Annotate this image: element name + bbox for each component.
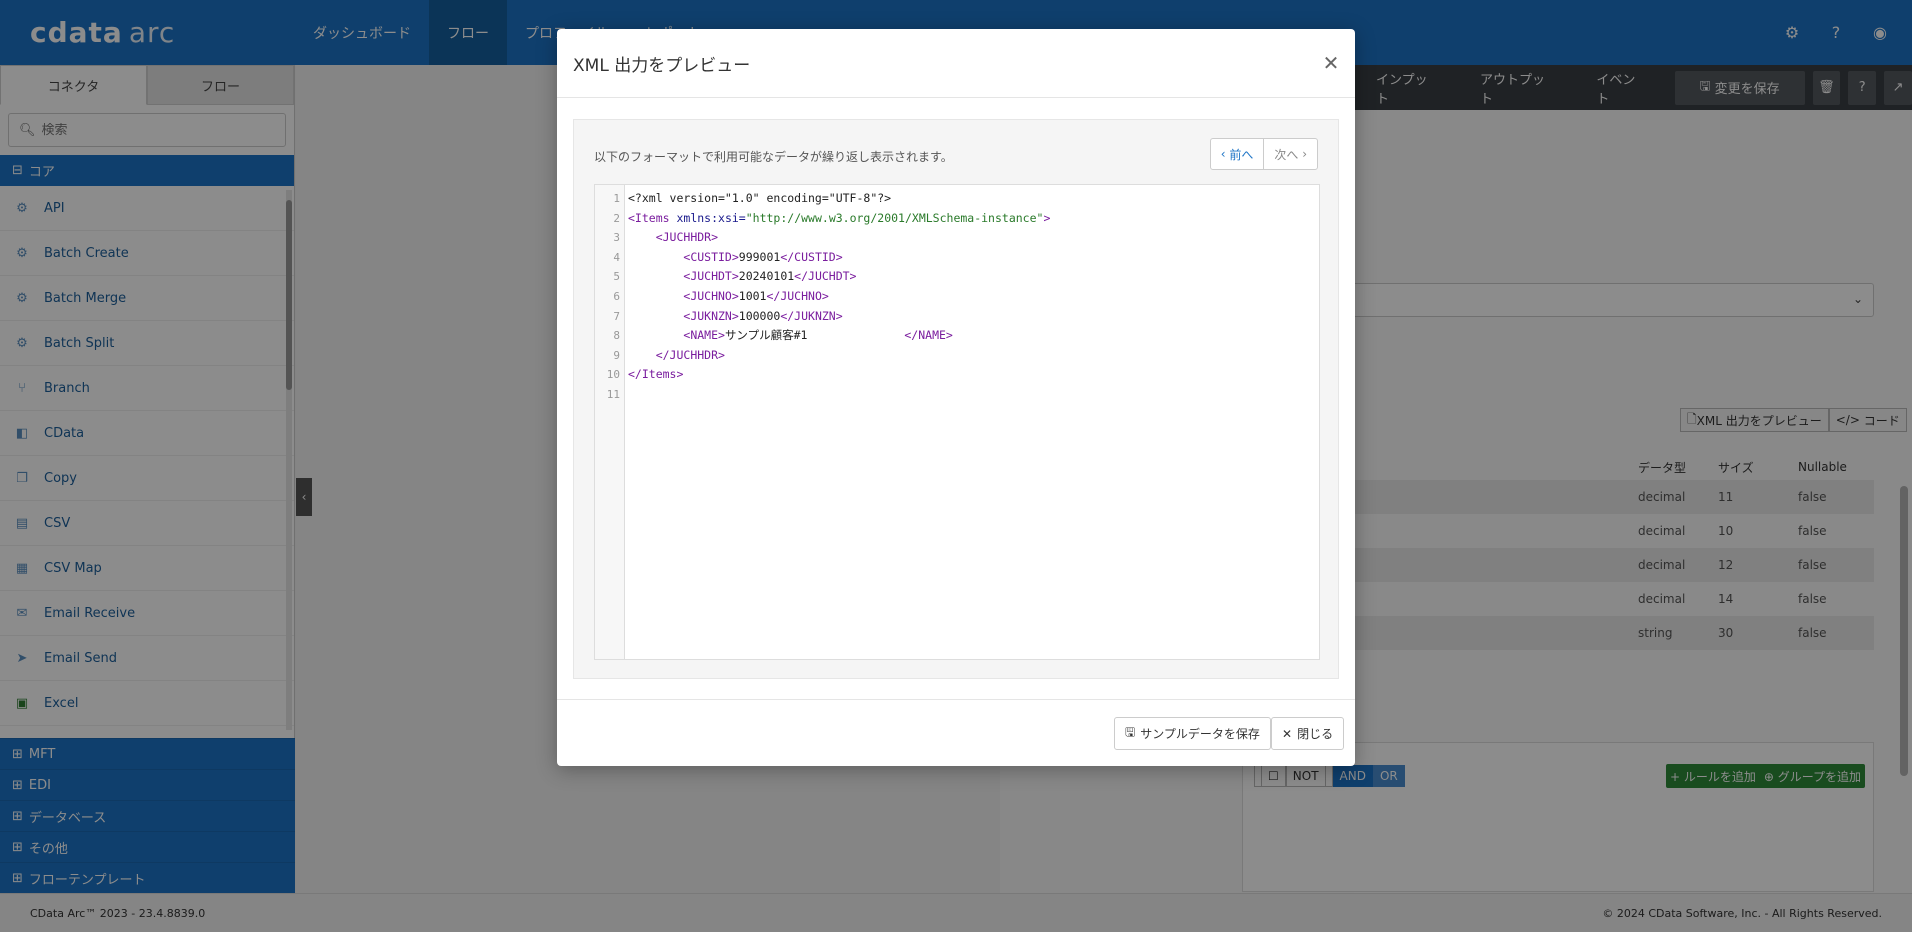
info-text: 以下のフォーマットで利用可能なデータが繰り返し表示されます。 bbox=[594, 150, 953, 164]
code-line: <CUSTID>999001</CUSTID> bbox=[683, 249, 843, 264]
line-gutter: 1 2 3 4 5 6 7 8 9 10 11 bbox=[595, 185, 625, 659]
code-lines: <?xml version="1.0" encoding="UTF-8"?> <… bbox=[625, 185, 1050, 659]
save-sample-label: サンプルデータを保存 bbox=[1140, 727, 1260, 741]
line-number: 11 bbox=[606, 387, 620, 401]
close-icon[interactable]: ✕ bbox=[1319, 51, 1343, 75]
code-line: <NAME>サンプル顧客#1 </NAME> bbox=[683, 328, 953, 343]
line-number: 8 bbox=[613, 329, 620, 343]
next-label: 次へ bbox=[1274, 147, 1299, 162]
prev-button[interactable]: ‹ 前へ bbox=[1211, 139, 1264, 169]
close-label: 閉じる bbox=[1297, 727, 1334, 741]
prev-label: 前へ bbox=[1229, 147, 1254, 162]
close-button[interactable]: ✕ 閉じる bbox=[1271, 717, 1345, 750]
code-line: <JUCHDT>20240101</JUCHDT> bbox=[683, 269, 857, 284]
line-number: 10 bbox=[606, 368, 620, 382]
code-line: <JUKNZN>100000</JUKNZN> bbox=[683, 308, 843, 323]
code-line: </Items> bbox=[628, 367, 684, 382]
code-line: <Items xmlns:xsi="http://www.w3.org/2001… bbox=[628, 210, 1051, 225]
chevron-right-icon: › bbox=[1298, 147, 1307, 161]
line-number: 5 bbox=[613, 270, 620, 284]
line-number: 4 bbox=[613, 250, 620, 264]
close-icon: ✕ bbox=[1282, 726, 1293, 741]
modal-body: 以下のフォーマットで利用可能なデータが繰り返し表示されます。 ‹ 前へ 次へ ›… bbox=[573, 119, 1339, 679]
line-number: 3 bbox=[613, 231, 620, 245]
save-icon: 🖫︎ bbox=[1125, 725, 1136, 739]
xml-preview-modal: XML 出力をプレビュー ✕ 以下のフォーマットで利用可能なデータが繰り返し表示… bbox=[557, 29, 1355, 766]
modal-header: XML 出力をプレビュー bbox=[557, 29, 1355, 98]
code-line: </JUCHHDR> bbox=[655, 347, 725, 362]
line-number: 1 bbox=[613, 192, 620, 205]
modal-title: XML 出力をプレビュー bbox=[573, 55, 751, 76]
code-line: <?xml version="1.0" encoding="UTF-8"?> bbox=[628, 191, 892, 205]
chevron-left-icon: ‹ bbox=[1220, 147, 1230, 161]
code-line: <JUCHHDR> bbox=[655, 230, 719, 245]
code-line: <JUCHNO>1001</JUCHNO> bbox=[683, 288, 829, 303]
line-number: 6 bbox=[613, 289, 620, 303]
modal-footer: 🖫︎ サンプルデータを保存 ✕ 閉じる bbox=[557, 699, 1355, 766]
pager: ‹ 前へ 次へ › bbox=[1209, 138, 1318, 170]
save-sample-button[interactable]: 🖫︎ サンプルデータを保存 bbox=[1114, 717, 1271, 750]
line-number: 9 bbox=[613, 348, 620, 362]
next-button[interactable]: 次へ › bbox=[1263, 139, 1317, 169]
xml-code-view[interactable]: 1 2 3 4 5 6 7 8 9 10 11 <?xml version="1… bbox=[594, 184, 1320, 660]
line-number: 2 bbox=[613, 211, 620, 225]
line-number: 7 bbox=[613, 309, 620, 323]
